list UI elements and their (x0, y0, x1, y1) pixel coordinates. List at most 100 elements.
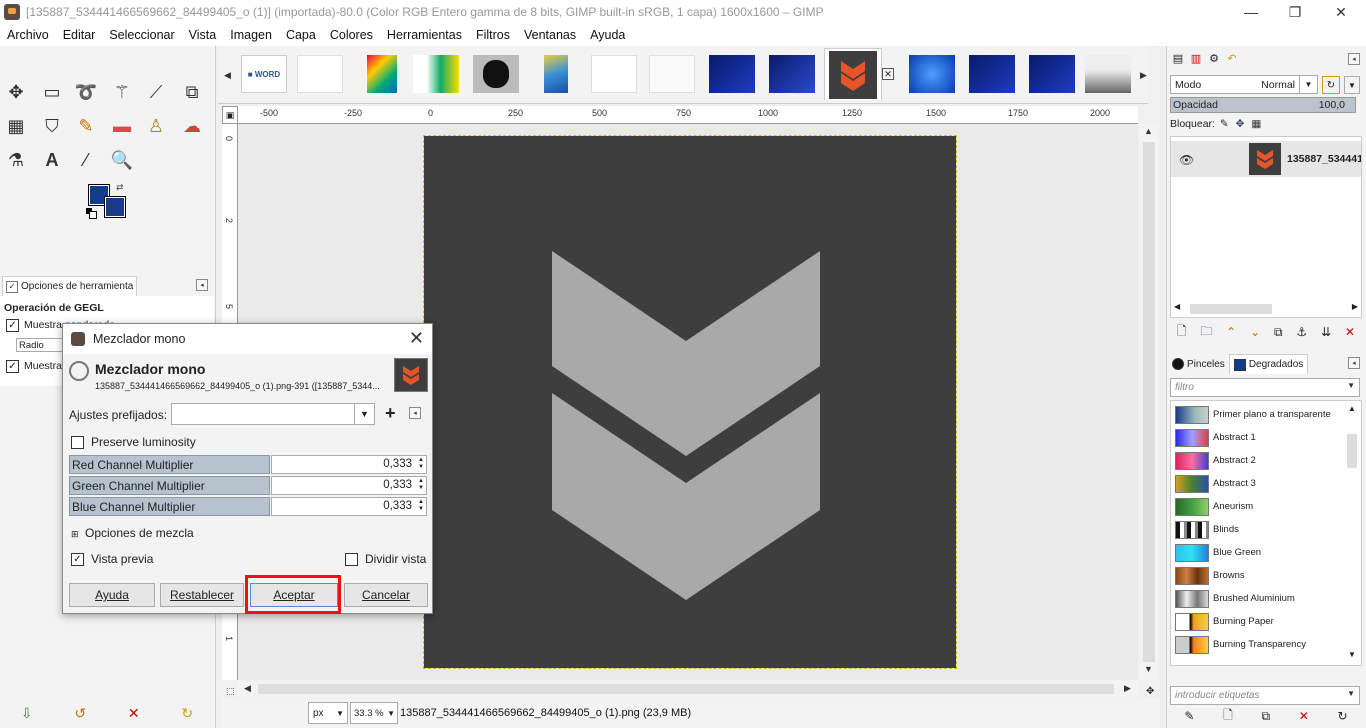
blue-multiplier-row[interactable]: Blue Channel Multiplier 0,333 ▲ ▼ (69, 497, 427, 516)
tags-input[interactable]: introducir etiquetas ▼ (1170, 686, 1360, 705)
bucket-fill-tool-icon[interactable]: ⛉ (38, 112, 66, 140)
warp-tool-icon[interactable]: ▦ (2, 112, 30, 140)
refresh-gradients-icon[interactable]: ↻ (1338, 709, 1348, 723)
rect-select-tool-icon[interactable]: ▭ (38, 78, 66, 106)
layers-tab-icon[interactable]: ▤ (1170, 50, 1186, 66)
image-tab-7[interactable] (590, 51, 638, 97)
image-canvas[interactable] (423, 135, 957, 669)
navigate-icon[interactable]: ✥ (1146, 686, 1154, 697)
blue-multiplier-field[interactable]: 0,333 ▲ ▼ (271, 497, 427, 516)
preview-checkbox[interactable]: ✓ (71, 553, 84, 566)
quick-mask-icon[interactable]: ⬚ (226, 686, 235, 697)
tab-brushes[interactable]: Pinceles (1168, 354, 1229, 374)
menu-ayuda[interactable]: Ayuda (583, 28, 632, 42)
text-tool-icon[interactable]: A (38, 146, 66, 174)
edit-gradient-icon[interactable]: ✎ (1184, 709, 1194, 723)
gradients-dock-menu-icon[interactable]: ◂ (1348, 357, 1360, 369)
tab-tool-options[interactable]: ✓ Opciones de herramienta (2, 276, 137, 296)
color-picker-tool-icon[interactable]: ⁄ (72, 146, 100, 174)
tabs-next-icon[interactable]: ▶ (1140, 70, 1147, 81)
gradient-item[interactable]: Primer plano a transparente (1171, 403, 1345, 426)
lock-alpha-icon[interactable]: ▦ (1251, 118, 1261, 130)
spin-icon[interactable]: ▲ ▼ (418, 499, 424, 513)
layer-mode-select[interactable]: Modo Normal ▼ (1170, 75, 1318, 94)
delete-preset-icon[interactable]: ✕ (128, 705, 140, 722)
unit-select[interactable]: px ▼ (308, 702, 348, 724)
green-multiplier-row[interactable]: Green Channel Multiplier 0,333 ▲ ▼ (69, 476, 427, 495)
new-layer-group-icon[interactable]: 🗀 (1200, 322, 1212, 343)
image-tab-15[interactable] (1084, 51, 1132, 97)
gradient-filter-input[interactable]: filtro ▼ (1170, 378, 1360, 397)
layers-scroll-thumb[interactable] (1190, 304, 1272, 314)
reset-options-icon[interactable]: ↻ (181, 705, 193, 722)
scroll-left-icon[interactable]: ◀ (244, 683, 251, 694)
split-view-checkbox[interactable] (345, 553, 358, 566)
scroll-down-icon[interactable]: ▼ (1348, 650, 1356, 659)
scroll-right-icon[interactable]: ▶ (1352, 302, 1358, 311)
raise-layer-icon[interactable]: ⌃ (1226, 325, 1236, 339)
image-tab-10[interactable] (768, 51, 816, 97)
menu-capa[interactable]: Capa (279, 28, 323, 42)
ok-button[interactable]: Aceptar (250, 583, 338, 607)
menu-colores[interactable]: Colores (323, 28, 380, 42)
image-tab-14[interactable] (1028, 51, 1076, 97)
visibility-eye-icon[interactable]: 👁 (1179, 153, 1194, 167)
layer-row[interactable]: 👁 135887_534441 (1171, 141, 1361, 177)
background-color-swatch[interactable] (104, 196, 126, 218)
menu-vista[interactable]: Vista (182, 28, 224, 42)
gradient-item[interactable]: Brushed Aluminium (1171, 587, 1345, 610)
tab-gradients[interactable]: Degradados (1228, 354, 1309, 374)
chevron-down-icon[interactable]: ▼ (1344, 76, 1360, 94)
image-tab-12[interactable] (908, 51, 956, 97)
gradient-item[interactable]: Blue Green (1171, 541, 1345, 564)
clone-tool-icon[interactable]: ♙ (142, 112, 170, 140)
ruler-corner-icon[interactable]: ▣ (222, 106, 238, 124)
new-layer-icon[interactable]: 🗋 (1177, 322, 1187, 343)
merge-layer-icon[interactable]: ⇊ (1321, 325, 1331, 339)
presets-combo[interactable]: ▼ (171, 403, 375, 425)
layers-horizontal-scrollbar[interactable]: ◀ ▶ (1172, 302, 1360, 316)
presets-menu-icon[interactable]: ◂ (409, 407, 421, 419)
minimize-button[interactable]: — (1228, 0, 1274, 24)
canvas-horizontal-scrollbar[interactable]: ◀ ▶ (238, 681, 1138, 697)
canvas-vertical-scrollbar[interactable]: ▲ ▼ (1140, 124, 1158, 680)
zoom-select[interactable]: 33.3 % ▼ (350, 702, 398, 724)
combined-sample-checkbox[interactable]: ✓ (6, 360, 19, 373)
image-tab-13[interactable] (968, 51, 1016, 97)
duplicate-layer-icon[interactable]: ⧉ (1274, 325, 1283, 340)
fuzzy-select-tool-icon[interactable]: ⚚ (108, 78, 136, 106)
layers-dock-menu-icon[interactable]: ◂ (1348, 53, 1360, 65)
move-tool-icon[interactable]: ✥ (2, 78, 30, 106)
image-tab-9[interactable] (708, 51, 756, 97)
duplicate-gradient-icon[interactable]: ⧉ (1261, 709, 1270, 724)
gradient-item[interactable]: Browns (1171, 564, 1345, 587)
swap-colors-icon[interactable]: ⇄ (116, 182, 124, 193)
red-multiplier-row[interactable]: Red Channel Multiplier 0,333 ▲ ▼ (69, 455, 427, 474)
transform-tool-icon[interactable]: ⧉ (178, 78, 206, 106)
gradient-item[interactable]: Blinds (1171, 518, 1345, 541)
image-tab-5[interactable] (472, 51, 520, 97)
horizontal-scroll-thumb[interactable] (258, 684, 1114, 694)
tabs-prev-icon[interactable]: ◀ (224, 70, 231, 81)
dialog-close-icon[interactable]: ✕ (409, 328, 424, 349)
add-preset-icon[interactable]: + (385, 403, 396, 424)
close-window-button[interactable]: ✕ (1318, 0, 1364, 24)
blend-options-expander[interactable]: ⊞ Opciones de mezcla (71, 526, 194, 540)
red-multiplier-field[interactable]: 0,333 ▲ ▼ (271, 455, 427, 474)
restore-preset-icon[interactable]: ↺ (74, 705, 86, 722)
scroll-right-icon[interactable]: ▶ (1124, 683, 1131, 694)
lasso-tool-icon[interactable]: ➰ (72, 78, 100, 106)
gradient-item[interactable]: Aneurism (1171, 495, 1345, 518)
image-tab-2[interactable] (296, 51, 344, 97)
eraser-tool-icon[interactable]: ▬ (108, 112, 136, 140)
default-colors-icon[interactable] (86, 208, 97, 219)
scroll-up-icon[interactable]: ▲ (1144, 126, 1153, 136)
menu-seleccionar[interactable]: Seleccionar (102, 28, 181, 42)
opacity-slider[interactable]: Opacidad 100,0 (1170, 97, 1356, 113)
anchor-layer-icon[interactable]: ⚓ (1296, 325, 1307, 339)
undo-history-tab-icon[interactable]: ↶ (1224, 50, 1240, 66)
gradients-scroll-thumb[interactable] (1347, 434, 1357, 468)
image-tab-1[interactable]: ■ WORD (240, 51, 288, 97)
spin-icon[interactable]: ▲ ▼ (418, 478, 424, 492)
gradient-item[interactable]: Burning Transparency (1171, 633, 1345, 656)
